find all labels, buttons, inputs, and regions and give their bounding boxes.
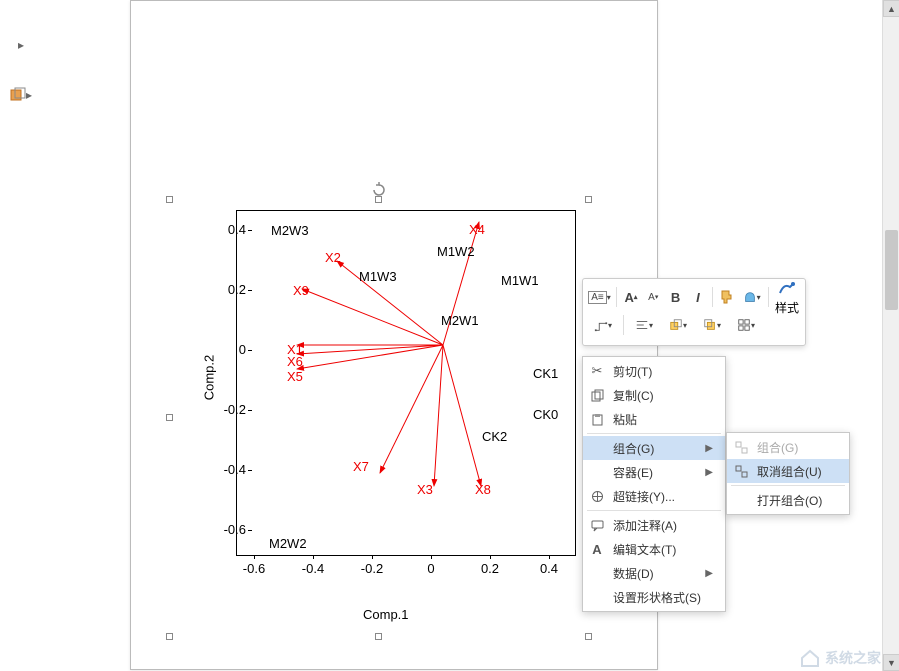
- point-label: M1W2: [437, 244, 475, 259]
- styles-button[interactable]: 样式: [773, 270, 801, 324]
- submenu-group[interactable]: 组合(G): [727, 435, 849, 459]
- vector-label: X7: [353, 459, 369, 474]
- menu-edit-text[interactable]: A编辑文本(T): [583, 537, 725, 561]
- vector-label: X4: [469, 222, 485, 237]
- x-tick: -0.6: [239, 561, 269, 576]
- toolbar-expand-icon[interactable]: ▸: [4, 30, 38, 60]
- point-label: M2W2: [269, 536, 307, 551]
- group-dropdown[interactable]: ▾: [730, 312, 762, 338]
- bring-front-dropdown[interactable]: ▾: [696, 312, 728, 338]
- text-icon: A: [589, 541, 605, 557]
- resize-handle[interactable]: [375, 196, 382, 203]
- point-label: M2W1: [441, 313, 479, 328]
- x-tick: -0.2: [357, 561, 387, 576]
- copy-icon: [589, 387, 605, 403]
- italic-button[interactable]: I: [688, 284, 708, 310]
- biplot-chart: Comp.2 Comp.1 0.4 0.2 0 -0.2 -0.4 -0.6 -…: [203, 210, 583, 620]
- x-tick: 0.4: [534, 561, 564, 576]
- group-icon: [733, 439, 749, 455]
- left-toolbar: ▸ ▸: [0, 0, 42, 671]
- link-icon: [589, 488, 605, 504]
- point-label: CK0: [533, 407, 558, 422]
- resize-handle[interactable]: [375, 633, 382, 640]
- chevron-right-icon: ▶: [705, 467, 713, 478]
- format-painter-button[interactable]: [717, 284, 737, 310]
- menu-container[interactable]: 容器(E)▶: [583, 460, 725, 484]
- resize-handle[interactable]: [166, 414, 173, 421]
- point-label: CK2: [482, 429, 507, 444]
- menu-hyperlink[interactable]: 超链接(Y)...: [583, 484, 725, 508]
- point-label: M1W3: [359, 269, 397, 284]
- vector-label: X9: [293, 283, 309, 298]
- plot-area: M2W3 M1W3 M1W2 M1W1 M2W1 CK1 CK0 CK2 M2W…: [236, 210, 576, 556]
- vector-label: X2: [325, 250, 341, 265]
- menu-format-shape[interactable]: 设置形状格式(S): [583, 585, 725, 609]
- context-menu: ✂剪切(T) 复制(C) 粘贴 组合(G)▶ 容器(E)▶ 超链接(Y)... …: [582, 356, 726, 612]
- vector-label: X6: [287, 354, 303, 369]
- text-style-dropdown[interactable]: A≡▾: [587, 284, 612, 310]
- point-label: CK1: [533, 366, 558, 381]
- y-axis-label: Comp.2: [201, 355, 216, 401]
- comment-icon: [589, 517, 605, 533]
- point-label: M1W1: [501, 273, 539, 288]
- paste-icon: [589, 411, 605, 427]
- group-submenu: 组合(G) 取消组合(U) 打开组合(O): [726, 432, 850, 515]
- vector-label: X8: [475, 482, 491, 497]
- connector-dropdown[interactable]: ▾: [587, 312, 619, 338]
- resize-handle[interactable]: [585, 633, 592, 640]
- menu-add-comment[interactable]: 添加注释(A): [583, 513, 725, 537]
- menu-group[interactable]: 组合(G)▶: [583, 436, 725, 460]
- scroll-thumb[interactable]: [885, 230, 898, 310]
- watermark: 系统之家: [799, 647, 881, 669]
- toolbar-shapes-icon[interactable]: ▸: [4, 80, 38, 110]
- x-tick: 0: [416, 561, 446, 576]
- point-label: M2W3: [271, 223, 309, 238]
- vertical-scrollbar[interactable]: ▲ ▼: [882, 0, 899, 671]
- menu-data[interactable]: 数据(D)▶: [583, 561, 725, 585]
- menu-copy[interactable]: 复制(C): [583, 383, 725, 407]
- bold-button[interactable]: B: [665, 284, 685, 310]
- x-tick: 0.2: [475, 561, 505, 576]
- scroll-down-button[interactable]: ▼: [883, 654, 899, 671]
- x-tick: -0.4: [298, 561, 328, 576]
- arrange-dropdown[interactable]: ▾: [662, 312, 694, 338]
- font-shrink-button[interactable]: A▾: [643, 284, 663, 310]
- chevron-right-icon: ▶: [705, 443, 713, 454]
- shape-fill-dropdown[interactable]: ▾: [739, 284, 764, 310]
- align-dropdown[interactable]: ▾: [628, 312, 660, 338]
- resize-handle[interactable]: [166, 196, 173, 203]
- submenu-ungroup[interactable]: 取消组合(U): [727, 459, 849, 483]
- menu-cut[interactable]: ✂剪切(T): [583, 359, 725, 383]
- resize-handle[interactable]: [166, 633, 173, 640]
- menu-paste[interactable]: 粘贴: [583, 407, 725, 431]
- x-axis-label: Comp.1: [363, 607, 409, 622]
- scissors-icon: ✂: [589, 363, 605, 379]
- vector-label: X5: [287, 369, 303, 384]
- resize-handle[interactable]: [585, 196, 592, 203]
- chevron-right-icon: ▶: [705, 568, 713, 579]
- scroll-up-button[interactable]: ▲: [883, 0, 899, 17]
- ungroup-icon: [733, 463, 749, 479]
- mini-toolbar: A≡▾ A▴ A▾ B I ▾ 样式 ▾ ▾ ▾ ▾ ▾: [582, 278, 806, 346]
- font-grow-button[interactable]: A▴: [621, 284, 641, 310]
- submenu-open-group[interactable]: 打开组合(O): [727, 488, 849, 512]
- vector-label: X3: [417, 482, 433, 497]
